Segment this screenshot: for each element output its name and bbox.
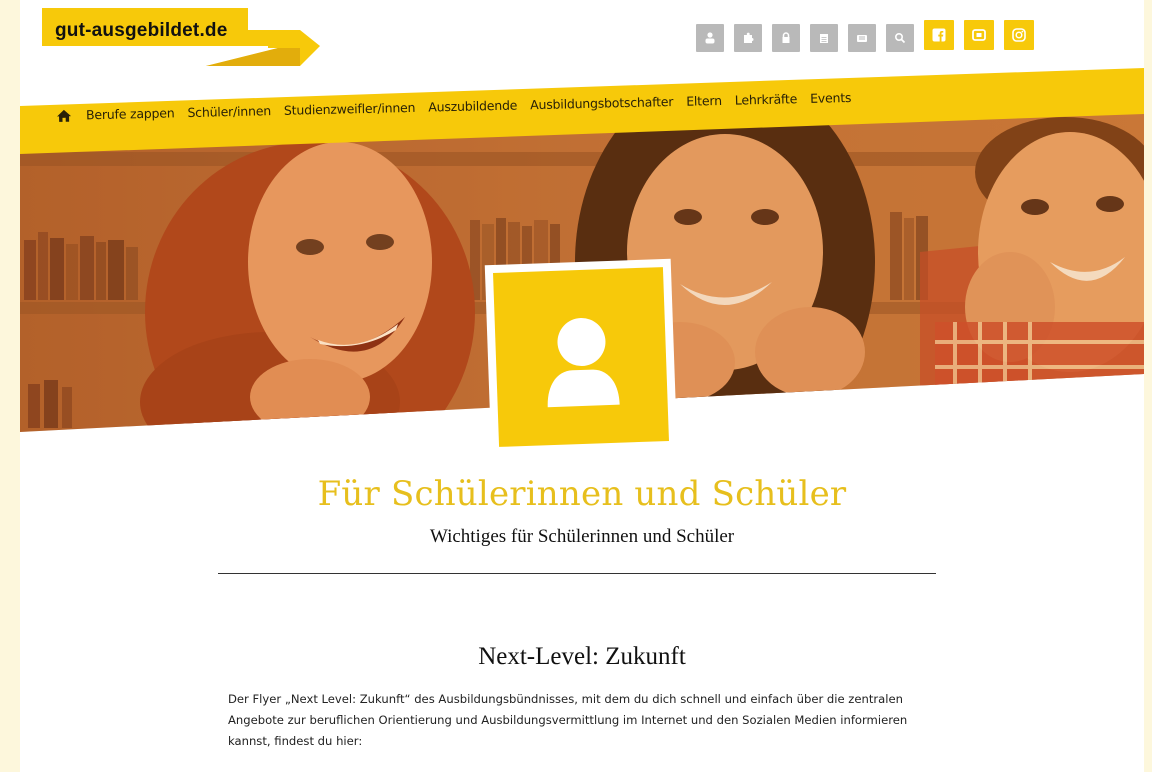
user-icon (547, 317, 620, 408)
lock-icon[interactable] (772, 24, 800, 52)
site-logo[interactable]: gut-ausgebildet.de (42, 8, 322, 70)
badge-background (493, 267, 669, 447)
page-title: Für Schülerinnen und Schüler (317, 474, 847, 514)
nav-item-schueler-innen[interactable]: Schüler/innen (187, 103, 271, 120)
home-icon[interactable] (56, 109, 72, 123)
nav-item-events[interactable]: Events (810, 89, 851, 105)
section-paragraph: Der Flyer „Next Level: Zukunft“ des Ausb… (228, 692, 908, 748)
page: Berufe zappen Schüler/innen Studienzweif… (20, 0, 1144, 772)
youtube-icon[interactable] (964, 20, 994, 50)
nav-item-lehrkraefte[interactable]: Lehrkräfte (735, 91, 798, 107)
divider (218, 573, 936, 574)
calendar-icon[interactable] (810, 24, 838, 52)
puzzle-icon[interactable] (734, 24, 762, 52)
page-subtitle: Wichtiges für Schülerinnen und Schüler (429, 526, 735, 547)
newspaper-icon[interactable] (848, 24, 876, 52)
section-title: Next-Level: Zukunft (478, 643, 686, 670)
user-group-icon[interactable] (696, 24, 724, 52)
profile-badge (484, 258, 678, 456)
top-icon-bar (696, 20, 1044, 52)
nav-item-eltern[interactable]: Eltern (686, 92, 722, 108)
nav-item-auszubildende[interactable]: Auszubildende (428, 97, 517, 114)
facebook-icon[interactable] (924, 20, 954, 50)
nav-item-berufe-zappen[interactable]: Berufe zappen (86, 105, 175, 122)
instagram-icon[interactable] (1004, 20, 1034, 50)
nav-item-ausbildungsbotschafter[interactable]: Ausbildungsbotschafter (530, 93, 673, 111)
nav-item-studienzweifler[interactable]: Studienzweifler/innen (284, 99, 416, 117)
search-icon[interactable] (886, 24, 914, 52)
logo-text: gut-ausgebildet.de (55, 20, 228, 41)
